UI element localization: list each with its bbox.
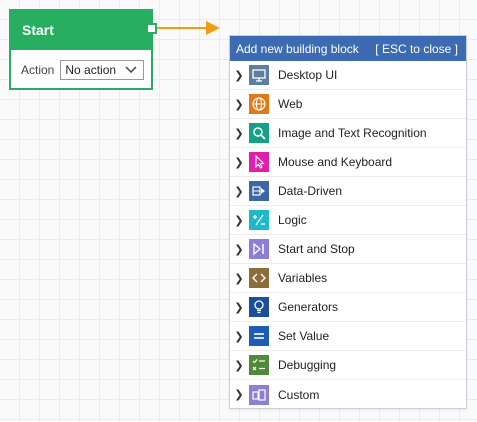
category-web[interactable]: ❯ Web: [230, 90, 466, 119]
chevron-right-icon: ❯: [234, 389, 244, 401]
chevron-right-icon: ❯: [234, 272, 244, 285]
chevron-right-icon: ❯: [234, 98, 244, 111]
code-brackets-icon: [249, 268, 269, 288]
custom-blocks-icon: [249, 384, 269, 405]
start-block-body: Action No action: [11, 50, 151, 80]
play-stop-icon: [249, 239, 269, 259]
category-label: Debugging: [278, 358, 337, 372]
category-start-stop[interactable]: ❯ Start and Stop: [230, 235, 466, 264]
lightbulb-icon: [249, 297, 269, 317]
start-block-title: Start: [11, 11, 151, 50]
data-driven-icon: [249, 181, 269, 201]
category-custom[interactable]: ❯ Custom: [230, 380, 466, 409]
plus-minus-icon: [249, 210, 269, 230]
chevron-right-icon: ❯: [234, 127, 244, 140]
equals-icon: [249, 326, 269, 346]
globe-icon: [249, 94, 269, 114]
chevron-right-icon: ❯: [234, 185, 244, 198]
category-label: Set Value: [278, 329, 330, 343]
category-label: Web: [278, 97, 303, 111]
connector-arrow-icon: [157, 21, 220, 35]
close-hint[interactable]: [ ESC to close ]: [375, 42, 458, 56]
category-image-text-recognition[interactable]: ❯ Image and Text Recognition: [230, 119, 466, 148]
category-generators[interactable]: ❯ Generators: [230, 293, 466, 322]
action-select[interactable]: No action: [60, 60, 145, 80]
category-set-value[interactable]: ❯ Set Value: [230, 322, 466, 351]
chevron-right-icon: ❯: [234, 330, 244, 343]
monitor-icon: [249, 65, 269, 85]
checklist-icon: [249, 355, 269, 375]
category-desktop-ui[interactable]: ❯ Desktop UI: [230, 61, 466, 90]
output-connector[interactable]: [146, 23, 157, 34]
category-label: Generators: [278, 300, 339, 314]
category-variables[interactable]: ❯ Variables: [230, 264, 466, 293]
category-data-driven[interactable]: ❯ Data-Driven: [230, 177, 466, 206]
category-label: Mouse and Keyboard: [278, 155, 393, 169]
category-label: Logic: [278, 213, 307, 227]
action-select-value: No action: [65, 63, 117, 77]
start-block[interactable]: Start Action No action: [9, 9, 153, 90]
chevron-right-icon: ❯: [234, 69, 244, 82]
category-label: Start and Stop: [278, 242, 355, 256]
add-building-block-panel: Add new building block [ ESC to close ] …: [229, 35, 467, 409]
category-label: Custom: [278, 387, 320, 402]
chevron-right-icon: ❯: [234, 301, 244, 314]
chevron-right-icon: ❯: [234, 243, 244, 256]
category-list: ❯ Desktop UI ❯ Web ❯ Image and Text Reco…: [230, 61, 466, 409]
category-label: Desktop UI: [278, 68, 338, 82]
chevron-right-icon: ❯: [234, 214, 244, 227]
chevron-right-icon: ❯: [234, 156, 244, 169]
category-label: Variables: [278, 271, 328, 285]
category-logic[interactable]: ❯ Logic: [230, 206, 466, 235]
category-debugging[interactable]: ❯ Debugging: [230, 351, 466, 380]
panel-title: Add new building block: [236, 41, 359, 56]
action-label: Action: [21, 63, 55, 77]
category-mouse-keyboard[interactable]: ❯ Mouse and Keyboard: [230, 148, 466, 177]
magnifier-icon: [249, 123, 269, 143]
chevron-down-icon: [125, 63, 137, 77]
category-label: Image and Text Recognition: [278, 126, 427, 140]
category-label: Data-Driven: [278, 184, 343, 198]
chevron-right-icon: ❯: [234, 359, 244, 372]
panel-header: Add new building block [ ESC to close ]: [230, 36, 466, 61]
cursor-icon: [249, 152, 269, 172]
